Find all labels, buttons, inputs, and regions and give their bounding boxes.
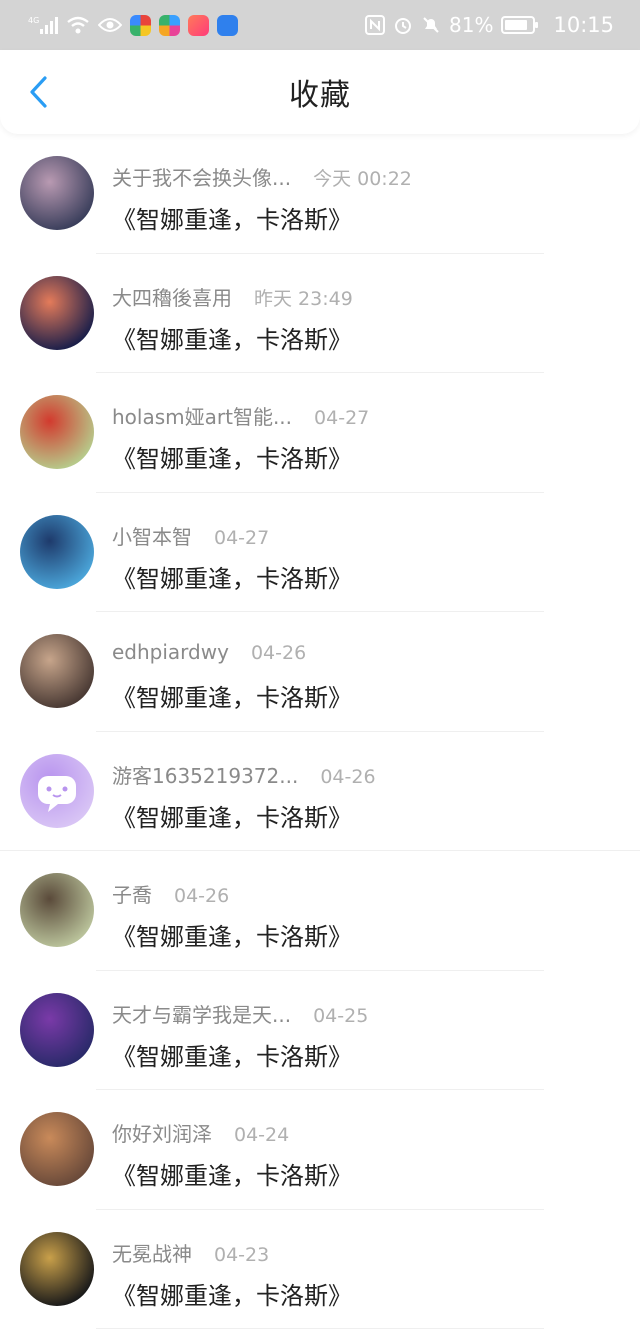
mute-icon (423, 17, 439, 33)
username[interactable]: 游客1635219372... (112, 760, 298, 789)
timestamp: 04-26 (174, 885, 230, 907)
meta-row: 游客1635219372... 04-26 (112, 760, 620, 788)
avatar[interactable] (20, 753, 94, 828)
app-icon-3 (188, 14, 209, 36)
list-item[interactable]: 大四穭後喜用 昨天 23:49 《智娜重逢，卡洛斯》 (0, 254, 640, 373)
timestamp: 04-26 (250, 642, 307, 664)
back-button[interactable] (18, 70, 58, 114)
username[interactable]: 你好刘润泽 (112, 1118, 212, 1147)
meta-row: 子喬 04-26 (112, 879, 620, 907)
list-item[interactable]: 天才与霸学我是天... 04-25 《智娜重逢，卡洛斯》 (0, 971, 640, 1090)
avatar[interactable] (20, 514, 94, 589)
list-item[interactable]: 无冕战神 04-23 《智娜重逢，卡洛斯》 (0, 1210, 640, 1329)
username[interactable]: 关于我不会换头像... (112, 162, 291, 191)
username[interactable]: 子喬 (112, 879, 152, 908)
signal-icon: 4G (28, 16, 58, 34)
username[interactable]: holasm娅art智能... (112, 401, 292, 430)
username[interactable]: 无冕战神 (112, 1238, 192, 1267)
item-content[interactable]: 《智娜重逢，卡洛斯》 (112, 320, 620, 355)
page-title: 收藏 (289, 78, 351, 113)
item-body: holasm娅art智能... 04-27 《智娜重逢，卡洛斯》 (112, 401, 620, 474)
item-content[interactable]: 《智娜重逢，卡洛斯》 (112, 798, 620, 833)
network-type: 4G (28, 16, 39, 25)
meta-row: 关于我不会换头像... 今天 00:22 (112, 162, 620, 190)
timestamp: 04-27 (314, 407, 370, 429)
timestamp: 04-25 (313, 1004, 369, 1027)
list-item[interactable]: edhpiardwy 04-26 《智娜重逢，卡洛斯》 (0, 612, 640, 732)
app-icon-4 (217, 14, 238, 36)
item-body: 无冕战神 04-23 《智娜重逢，卡洛斯》 (112, 1238, 620, 1311)
item-content[interactable]: 《智娜重逢，卡洛斯》 (112, 200, 620, 235)
wifi-icon (67, 16, 89, 34)
item-content[interactable]: 《智娜重逢，卡洛斯》 (112, 1156, 620, 1191)
status-bar: 4G 81% 10:15 (0, 0, 640, 50)
item-body: edhpiardwy 04-26 《智娜重逢，卡洛斯》 (112, 640, 620, 713)
list-item[interactable]: holasm娅art智能... 04-27 《智娜重逢，卡洛斯》 (0, 373, 640, 493)
avatar[interactable] (20, 275, 94, 350)
item-body: 小智本智 04-27 《智娜重逢，卡洛斯》 (112, 521, 620, 594)
avatar[interactable] (20, 395, 94, 469)
chat-bubble-icon (38, 775, 76, 812)
avatar[interactable] (20, 873, 94, 947)
list-item[interactable]: 子喬 04-26 《智娜重逢，卡洛斯》 (0, 851, 640, 971)
divider (96, 1328, 544, 1329)
avatar[interactable] (20, 992, 94, 1067)
meta-row: 天才与霸学我是天... 04-25 (112, 999, 620, 1027)
clock: 10:15 (553, 13, 614, 37)
username[interactable]: edhpiardwy (112, 640, 229, 664)
list-item[interactable]: 小智本智 04-27 《智娜重逢，卡洛斯》 (0, 493, 640, 612)
app-icon-1 (130, 14, 151, 36)
item-body: 关于我不会换头像... 今天 00:22 《智娜重逢，卡洛斯》 (112, 162, 620, 235)
meta-row: 无冕战神 04-23 (112, 1238, 620, 1266)
item-body: 大四穭後喜用 昨天 23:49 《智娜重逢，卡洛斯》 (112, 282, 620, 355)
timestamp: 04-24 (234, 1124, 290, 1146)
avatar[interactable] (20, 1231, 94, 1306)
status-right: 81% 10:15 (365, 13, 614, 37)
timestamp: 今天 00:22 (313, 168, 412, 190)
battery-percent: 81% (449, 13, 494, 37)
alarm-icon (395, 18, 412, 34)
eye-icon (98, 18, 122, 32)
timestamp: 昨天 23:49 (254, 287, 353, 310)
item-content[interactable]: 《智娜重逢，卡洛斯》 (112, 439, 620, 474)
item-content[interactable]: 《智娜重逢，卡洛斯》 (112, 559, 620, 594)
timestamp: 04-26 (320, 765, 376, 788)
timestamp: 04-27 (214, 526, 270, 549)
nfc-icon (365, 15, 386, 35)
list-item[interactable]: 你好刘润泽 04-24 《智娜重逢，卡洛斯》 (0, 1090, 640, 1210)
item-body: 天才与霸学我是天... 04-25 《智娜重逢，卡洛斯》 (112, 999, 620, 1072)
meta-row: 你好刘润泽 04-24 (112, 1118, 620, 1146)
list-item[interactable]: 游客1635219372... 04-26 《智娜重逢，卡洛斯》 (0, 732, 640, 851)
meta-row: edhpiardwy 04-26 (112, 640, 620, 668)
item-body: 游客1635219372... 04-26 《智娜重逢，卡洛斯》 (112, 760, 620, 833)
battery-icon (501, 16, 539, 34)
item-content[interactable]: 《智娜重逢，卡洛斯》 (112, 678, 620, 713)
meta-row: holasm娅art智能... 04-27 (112, 401, 620, 429)
header: 收藏 (0, 50, 640, 134)
list-item[interactable]: 关于我不会换头像... 今天 00:22 《智娜重逢，卡洛斯》 (0, 134, 640, 254)
favorites-list: 关于我不会换头像... 今天 00:22 《智娜重逢，卡洛斯》 大四穭後喜用 昨天 23… (0, 134, 640, 1329)
avatar[interactable] (20, 1112, 94, 1186)
chevron-left-icon (30, 76, 47, 108)
username[interactable]: 小智本智 (112, 521, 192, 550)
item-body: 子喬 04-26 《智娜重逢，卡洛斯》 (112, 879, 620, 952)
username[interactable]: 天才与霸学我是天... (112, 999, 291, 1028)
item-body: 你好刘润泽 04-24 《智娜重逢，卡洛斯》 (112, 1118, 620, 1191)
meta-row: 小智本智 04-27 (112, 521, 620, 549)
app-icon-2 (159, 14, 180, 36)
item-content[interactable]: 《智娜重逢，卡洛斯》 (112, 1276, 620, 1311)
username[interactable]: 大四穭後喜用 (112, 282, 232, 311)
avatar[interactable] (20, 156, 94, 230)
status-left: 4G (28, 14, 238, 36)
item-content[interactable]: 《智娜重逢，卡洛斯》 (112, 1037, 620, 1072)
item-content[interactable]: 《智娜重逢，卡洛斯》 (112, 917, 620, 952)
avatar[interactable] (20, 634, 94, 708)
meta-row: 大四穭後喜用 昨天 23:49 (112, 282, 620, 310)
timestamp: 04-23 (214, 1243, 270, 1266)
